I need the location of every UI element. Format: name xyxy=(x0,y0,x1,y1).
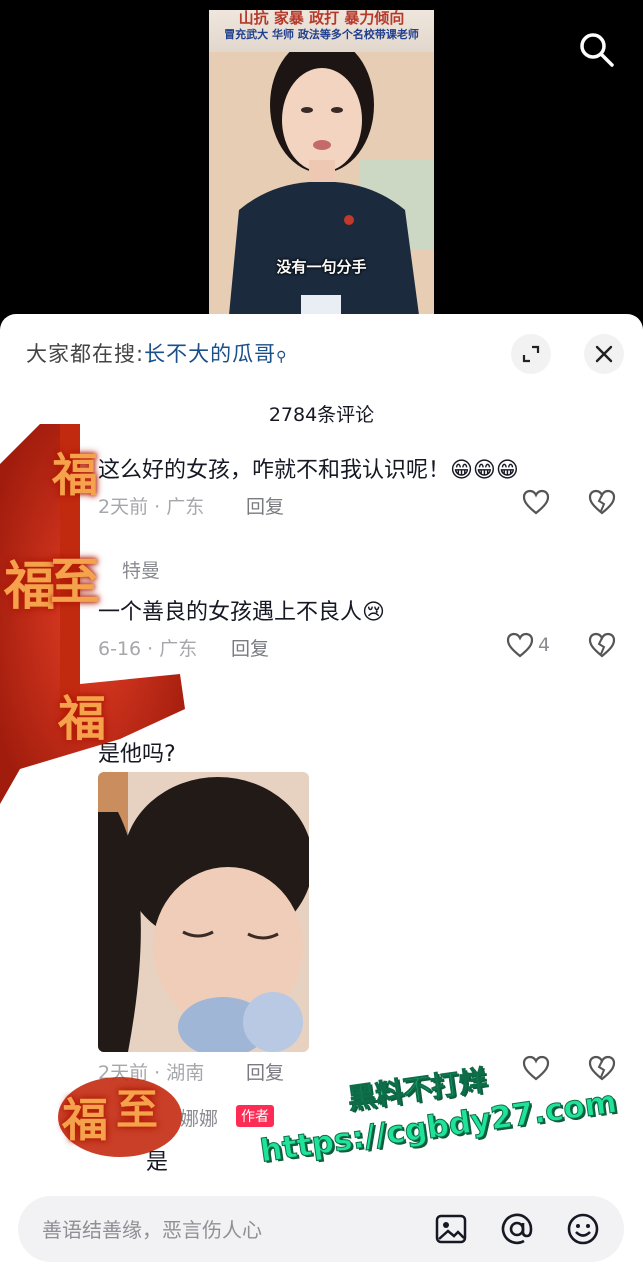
comment-text: 一个善良的女孩遇上不良人😢 xyxy=(98,600,385,625)
decor-char: 福 xyxy=(52,448,98,502)
comment-input-bar xyxy=(18,1196,624,1264)
like-button[interactable] xyxy=(522,489,550,515)
like-button[interactable] xyxy=(522,1055,550,1081)
comment-text: 这么好的女孩，咋就不和我认识呢！😁😁😁 xyxy=(98,458,519,483)
video-subtitle: 没有一句分手 xyxy=(276,258,367,276)
like-count: 4 xyxy=(538,634,551,656)
search-suggestion[interactable]: 大家都在搜:长不大的瓜哥⚲ xyxy=(26,338,287,368)
comment-meta: 2天前 · 湖南 xyxy=(98,1062,205,1084)
decor-char: 至 xyxy=(116,1085,159,1134)
image-icon[interactable] xyxy=(434,1212,468,1246)
reply-button[interactable]: 回复 xyxy=(231,634,269,661)
dislike-button[interactable] xyxy=(588,632,616,662)
dislike-button[interactable] xyxy=(588,489,616,519)
video-player[interactable]: 山抗 家暴 政打 暴力倾向 冒充武大 华师 政法等多个名校带课老师 没有一句分手 xyxy=(209,10,434,315)
watermark-line1: 黑料不打烊 xyxy=(345,1063,489,1116)
video-banner-line2: 冒充武大 华师 政法等多个名校带课老师 xyxy=(224,28,419,41)
broken-heart-icon xyxy=(588,489,616,515)
video-banner-line1: 山抗 家暴 政打 暴力倾向 xyxy=(238,10,405,27)
heart-icon xyxy=(522,1055,550,1081)
close-icon xyxy=(595,345,613,363)
decor-char: 福 xyxy=(4,556,57,617)
comment-username[interactable]: 娜娜 xyxy=(180,1104,218,1131)
expand-icon xyxy=(522,345,540,363)
comment-text: 是 xyxy=(146,1150,169,1175)
search-suggestion-prefix: 大家都在搜: xyxy=(26,342,145,366)
heart-icon xyxy=(506,632,534,658)
comment-count: 2784条评论 xyxy=(268,404,375,426)
expand-button[interactable] xyxy=(511,334,551,374)
reply-button[interactable]: 回复 xyxy=(246,1058,284,1085)
like-button[interactable]: 4 xyxy=(506,632,550,658)
heart-icon xyxy=(522,489,550,515)
comment-meta: 2天前 · 广东 xyxy=(98,496,205,518)
broken-heart-icon xyxy=(588,1055,616,1081)
dislike-button[interactable] xyxy=(588,1055,616,1085)
comment-meta: 6-16 · 广东 xyxy=(98,638,198,660)
video-banner: 山抗 家暴 政打 暴力倾向 冒充武大 华师 政法等多个名校带课老师 xyxy=(209,10,434,52)
author-badge: 作者 xyxy=(236,1105,274,1127)
mention-icon[interactable] xyxy=(500,1212,534,1246)
broken-heart-icon xyxy=(588,632,616,658)
emoji-icon[interactable] xyxy=(566,1212,600,1246)
comment-text: 是他吗? xyxy=(98,742,176,767)
comment-username[interactable]: 特曼 xyxy=(122,556,160,583)
comment-input[interactable] xyxy=(40,1196,414,1264)
reply-button[interactable]: 回复 xyxy=(246,492,284,519)
comment-sheet: 大家都在搜:长不大的瓜哥⚲ 2784条评论 这么好的女孩，咋就不和我认识呢！😁😁… xyxy=(0,314,643,1280)
decor-char: 至 xyxy=(50,552,100,611)
close-button[interactable] xyxy=(584,334,624,374)
search-suggestion-term[interactable]: 长不大的瓜哥 xyxy=(144,342,276,366)
comment-image-photo xyxy=(98,772,309,1052)
decor-char: 福 xyxy=(62,1093,108,1147)
comment-image[interactable] xyxy=(98,772,309,1052)
search-icon: ⚲ xyxy=(276,349,288,365)
watermark-line2: https://cgbdy27.com xyxy=(258,1083,620,1170)
search-icon[interactable] xyxy=(577,30,617,70)
